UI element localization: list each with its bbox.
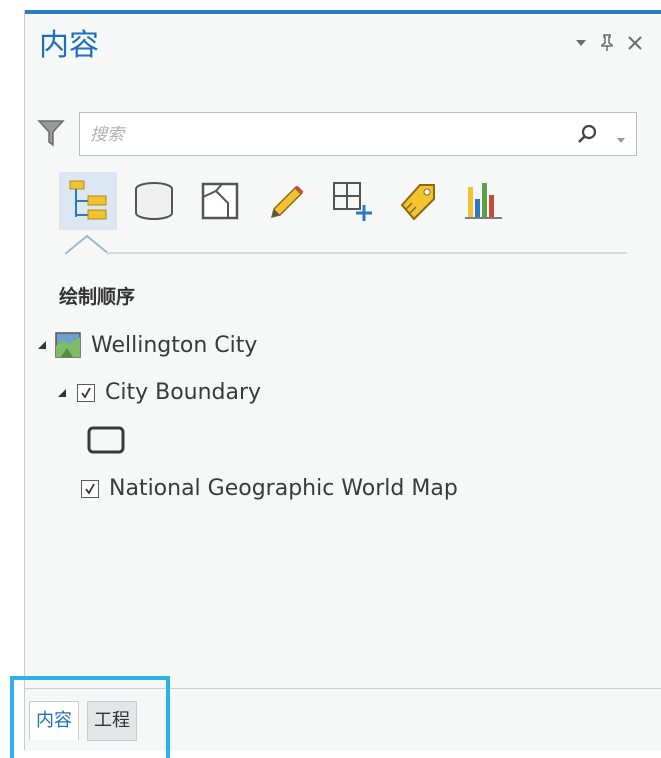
pane-controls xyxy=(575,34,643,52)
checkmark-icon xyxy=(85,483,95,495)
search-box xyxy=(79,112,637,156)
checkmark-icon xyxy=(81,387,91,399)
list-by-drawing-order-button[interactable] xyxy=(59,172,117,230)
filter-icon xyxy=(37,120,65,147)
pane-tab-strip: 内容 工程 xyxy=(25,688,661,751)
close-button[interactable] xyxy=(627,35,643,51)
toolbar-separator xyxy=(107,252,627,254)
search-icon xyxy=(578,124,597,143)
search-button[interactable] xyxy=(576,123,598,149)
pin-icon xyxy=(601,34,613,51)
caret-down-icon xyxy=(576,40,586,46)
map-label: Wellington City xyxy=(91,332,258,358)
list-by-charts-button[interactable] xyxy=(455,172,513,230)
search-options-dropdown[interactable] xyxy=(616,129,626,148)
contents-pane: 内容 搜索 绘制顺序 Wellington City City Boundary… xyxy=(24,10,661,751)
map-selection-icon xyxy=(201,182,239,220)
database-icon xyxy=(135,182,173,220)
polygon-symbol-icon[interactable] xyxy=(87,426,125,454)
label-tag-icon xyxy=(400,184,435,221)
layer-row-city-boundary[interactable]: City Boundary xyxy=(55,380,261,405)
layer-row-world-map[interactable]: National Geographic World Map xyxy=(81,476,458,501)
active-view-pointer xyxy=(65,234,109,255)
pane-title: 内容 xyxy=(39,28,99,63)
pane-top-accent xyxy=(25,10,661,14)
map-row[interactable]: Wellington City xyxy=(35,332,257,358)
pencil-icon xyxy=(270,185,304,219)
pane-options-dropdown[interactable] xyxy=(575,39,587,47)
list-by-selection-button[interactable] xyxy=(191,172,249,230)
layer-visibility-checkbox[interactable] xyxy=(77,383,95,402)
map-icon xyxy=(55,332,81,358)
expanded-triangle-icon xyxy=(38,341,46,349)
drawing-order-heading: 绘制顺序 xyxy=(59,286,136,308)
snapping-grid-icon xyxy=(333,182,372,221)
close-icon xyxy=(628,36,642,50)
list-by-editing-button[interactable] xyxy=(257,172,315,230)
layer-label: National Geographic World Map xyxy=(109,476,458,501)
list-by-labeling-button[interactable] xyxy=(389,172,447,230)
layer-expander[interactable] xyxy=(55,386,69,400)
layer-visibility-checkbox[interactable] xyxy=(81,479,99,498)
list-by-data-source-button[interactable] xyxy=(125,172,183,230)
tab-contents[interactable]: 内容 xyxy=(29,701,79,740)
search-input[interactable] xyxy=(88,121,562,149)
map-expander[interactable] xyxy=(35,338,49,352)
pin-button[interactable] xyxy=(601,34,613,52)
bar-chart-icon xyxy=(465,183,502,219)
layer-label: City Boundary xyxy=(105,380,262,405)
tab-project[interactable]: 工程 xyxy=(87,701,137,741)
symbol-row[interactable] xyxy=(87,426,125,454)
drawing-order-icon xyxy=(69,180,107,220)
list-by-snapping-button[interactable] xyxy=(323,172,381,230)
filter-button[interactable] xyxy=(37,118,65,152)
caret-down-icon xyxy=(617,138,625,143)
expanded-triangle-icon xyxy=(58,388,66,397)
